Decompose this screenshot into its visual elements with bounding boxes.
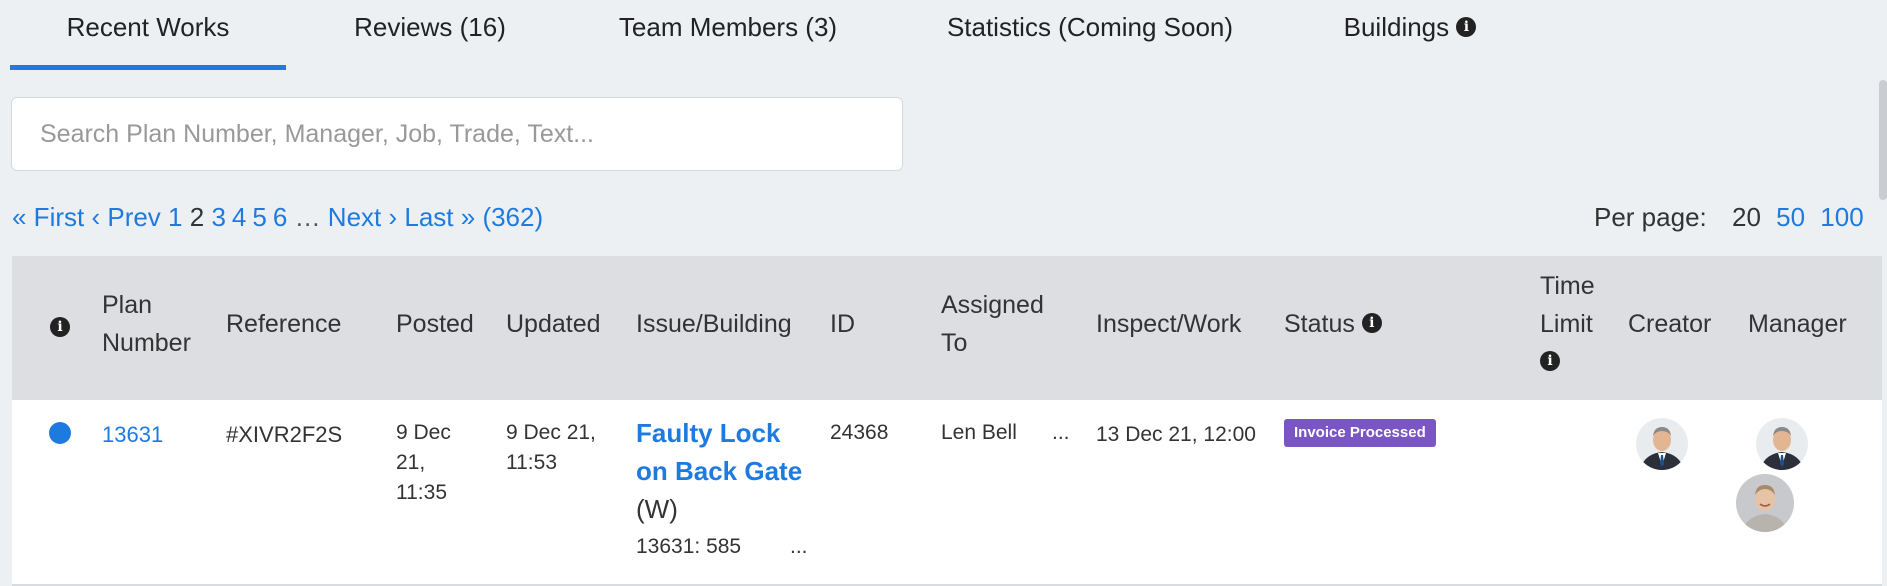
pager-last-link[interactable]: Last »: [404, 202, 475, 232]
pager-prev-link[interactable]: ‹ Prev: [91, 202, 160, 232]
tab-team-members[interactable]: Team Members (3): [598, 0, 858, 66]
header-id[interactable]: ID: [830, 305, 855, 343]
table-header: i Plan Number Reference Posted Updated I…: [12, 256, 1882, 400]
pager-page-3[interactable]: 3: [211, 202, 225, 232]
pagination: « First ‹ Prev 1 2 3456 … Next › Last » …: [12, 202, 543, 233]
building-value: 13631: 585: [636, 535, 742, 558]
header-inspect-work[interactable]: Inspect/Work: [1096, 305, 1241, 343]
updated-value: 9 Dec 21, 11:53: [506, 421, 596, 474]
issue-type: (W): [636, 494, 678, 524]
header-issue-building[interactable]: Issue/Building: [636, 305, 792, 343]
header-status[interactable]: Status i: [1284, 305, 1382, 343]
pager-page-1[interactable]: 1: [168, 202, 182, 232]
tab-label: Reviews (16): [354, 12, 506, 42]
header-status-label: Status: [1284, 310, 1355, 338]
pager-page-4[interactable]: 4: [232, 202, 246, 232]
assigned-more-button[interactable]: ...: [1052, 418, 1070, 448]
header-posted[interactable]: Posted: [396, 305, 474, 343]
info-icon[interactable]: i: [1456, 17, 1477, 38]
table-row[interactable]: 13631 #XIVR2F2S 9 Dec 21, 11:35 9 Dec 21…: [12, 400, 1882, 586]
pager-first-link[interactable]: « First: [12, 202, 84, 232]
tab-buildings[interactable]: Buildings i: [1320, 0, 1500, 66]
per-page-label: Per page:: [1594, 202, 1707, 232]
per-page-current: 20: [1731, 202, 1761, 232]
plan-number-link[interactable]: 13631: [102, 420, 163, 450]
info-icon[interactable]: i: [50, 317, 70, 337]
page-scrollbar[interactable]: [1879, 80, 1887, 200]
info-icon[interactable]: i: [1540, 351, 1560, 372]
status-badge: Invoice Processed: [1284, 419, 1436, 447]
header-reference[interactable]: Reference: [226, 305, 341, 343]
header-assigned-to[interactable]: Assigned To: [941, 286, 1061, 362]
tab-label: Statistics (Coming Soon): [946, 12, 1234, 42]
header-updated[interactable]: Updated: [506, 305, 601, 343]
header-plan-number[interactable]: Plan Number: [102, 286, 212, 362]
manager-avatar[interactable]: [1756, 418, 1808, 470]
id-value: 24368: [830, 421, 889, 444]
tab-statistics[interactable]: Statistics (Coming Soon): [930, 0, 1250, 66]
reference-value: #XIVR2F2S: [226, 422, 343, 447]
header-time-limit[interactable]: Time Limit i: [1540, 267, 1610, 381]
pager-ellipsis: …: [294, 202, 321, 232]
pager-next-link[interactable]: Next ›: [328, 202, 397, 232]
inspect-work-value: 13 Dec 21, 12:00: [1096, 423, 1256, 446]
avatar-man-suit-icon: [1636, 418, 1688, 470]
info-icon[interactable]: i: [1361, 313, 1382, 334]
tab-label: Buildings: [1343, 12, 1450, 42]
avatar-man-suit-icon: [1756, 418, 1808, 470]
tab-label: Recent Works: [66, 12, 230, 42]
header-creator[interactable]: Creator: [1628, 305, 1711, 343]
pager-total-count[interactable]: (362): [482, 202, 543, 232]
unread-dot-icon: [49, 422, 71, 444]
header-manager[interactable]: Manager: [1748, 305, 1847, 343]
pager-page-5[interactable]: 5: [252, 202, 266, 232]
issue-title-link[interactable]: Faulty Lock on Back Gate: [636, 414, 804, 490]
tab-reviews[interactable]: Reviews (16): [320, 0, 540, 66]
tab-label: Team Members (3): [618, 12, 838, 42]
pager-page-6[interactable]: 6: [273, 202, 287, 232]
avatar-man-casual-icon: [1736, 474, 1794, 532]
posted-value: 9 Dec 21, 11:35: [396, 421, 451, 504]
assigned-to-value: Len Bell: [941, 421, 1017, 444]
per-page-selector: Per page: 20 50 100: [1594, 202, 1864, 233]
per-page-100[interactable]: 100: [1820, 202, 1863, 232]
manager-avatar-secondary[interactable]: [1736, 474, 1794, 532]
per-page-50[interactable]: 50: [1776, 202, 1805, 232]
building-more-button[interactable]: ...: [790, 532, 808, 562]
building-line: 13631: 585 ...: [636, 532, 808, 562]
creator-avatar[interactable]: [1636, 418, 1688, 470]
issue-building-cell: Faulty Lock on Back Gate (W) 13631: 585 …: [636, 414, 808, 562]
tab-recent-works[interactable]: Recent Works: [10, 0, 286, 70]
tab-bar: Recent Works Reviews (16) Team Members (…: [10, 0, 1510, 72]
header-time-limit-label: Time Limit: [1540, 272, 1595, 338]
pager-current-page: 2: [189, 202, 205, 232]
search-input[interactable]: [11, 97, 903, 171]
